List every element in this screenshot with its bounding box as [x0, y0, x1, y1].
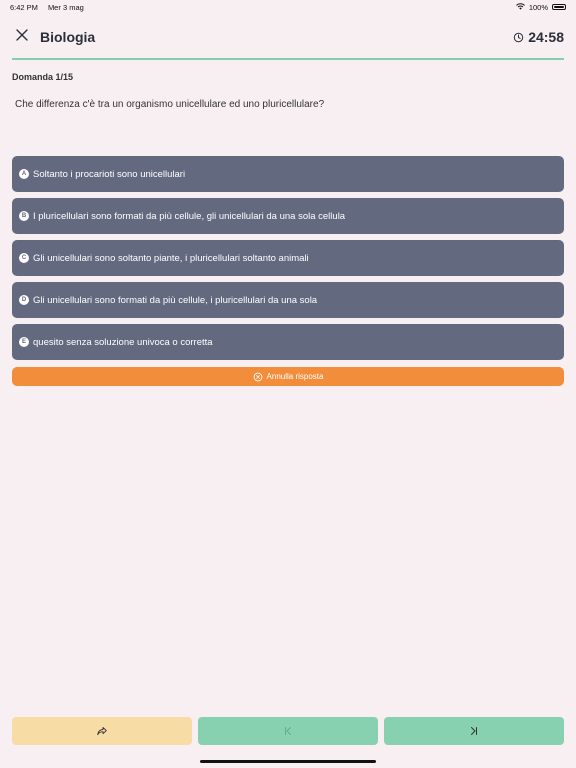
clock-icon	[513, 32, 524, 42]
share-button[interactable]	[12, 717, 192, 745]
answer-letter: A	[19, 169, 29, 179]
answer-letter: E	[19, 337, 29, 347]
wifi-icon	[515, 2, 525, 12]
quiz-screen: 6:42 PM Mer 3 mag 100% Biologia 24:58 Do…	[0, 0, 576, 768]
header: Biologia 24:58	[12, 24, 564, 50]
timer: 24:58	[513, 29, 564, 45]
home-indicator	[200, 760, 376, 763]
answer-text: Soltanto i procarioti sono unicellulari	[33, 168, 186, 180]
bottom-navigation	[12, 717, 564, 745]
cancel-answer-label: Annulla risposta	[266, 372, 324, 381]
first-question-icon	[285, 727, 291, 735]
first-question-button[interactable]	[198, 717, 378, 745]
header-divider	[12, 58, 564, 60]
last-question-button[interactable]	[384, 717, 564, 745]
battery-percent: 100%	[528, 2, 548, 12]
status-time: 6:42 PM	[10, 2, 38, 12]
question-text: Che differenza c'è tra un organismo unic…	[15, 99, 325, 110]
answer-option-d[interactable]: D Gli unicellulari sono formati da più c…	[12, 282, 564, 318]
answer-letter: B	[19, 211, 29, 221]
close-icon[interactable]	[12, 27, 40, 48]
answer-text: Gli unicellulari sono formati da più cel…	[33, 294, 318, 306]
answer-text: quesito senza soluzione univoca o corret…	[33, 336, 213, 348]
answer-text: Gli unicellulari sono soltanto piante, i…	[33, 252, 309, 264]
battery-icon	[552, 4, 566, 10]
answer-option-a[interactable]: A Soltanto i procarioti sono unicellular…	[12, 156, 564, 192]
share-icon	[97, 727, 107, 736]
page-title: Biologia	[40, 29, 96, 45]
answer-letter: D	[19, 295, 29, 305]
status-date: Mer 3 mag	[47, 2, 84, 12]
question-counter: Domanda 1/15	[12, 72, 74, 82]
cancel-answer-button[interactable]: Annulla risposta	[12, 367, 564, 386]
answer-option-b[interactable]: B I pluricellulari sono formati da più c…	[12, 198, 564, 234]
status-bar: 6:42 PM Mer 3 mag 100%	[0, 0, 576, 14]
answer-text: I pluricellulari sono formati da più cel…	[33, 210, 346, 222]
status-right: 100%	[515, 2, 566, 12]
answer-list: A Soltanto i procarioti sono unicellular…	[12, 156, 564, 366]
timer-value: 24:58	[528, 29, 564, 45]
last-question-icon	[471, 727, 477, 735]
answer-letter: C	[19, 253, 29, 263]
cancel-circle-icon	[253, 372, 262, 381]
answer-option-c[interactable]: C Gli unicellulari sono soltanto piante,…	[12, 240, 564, 276]
answer-option-e[interactable]: E quesito senza soluzione univoca o corr…	[12, 324, 564, 360]
